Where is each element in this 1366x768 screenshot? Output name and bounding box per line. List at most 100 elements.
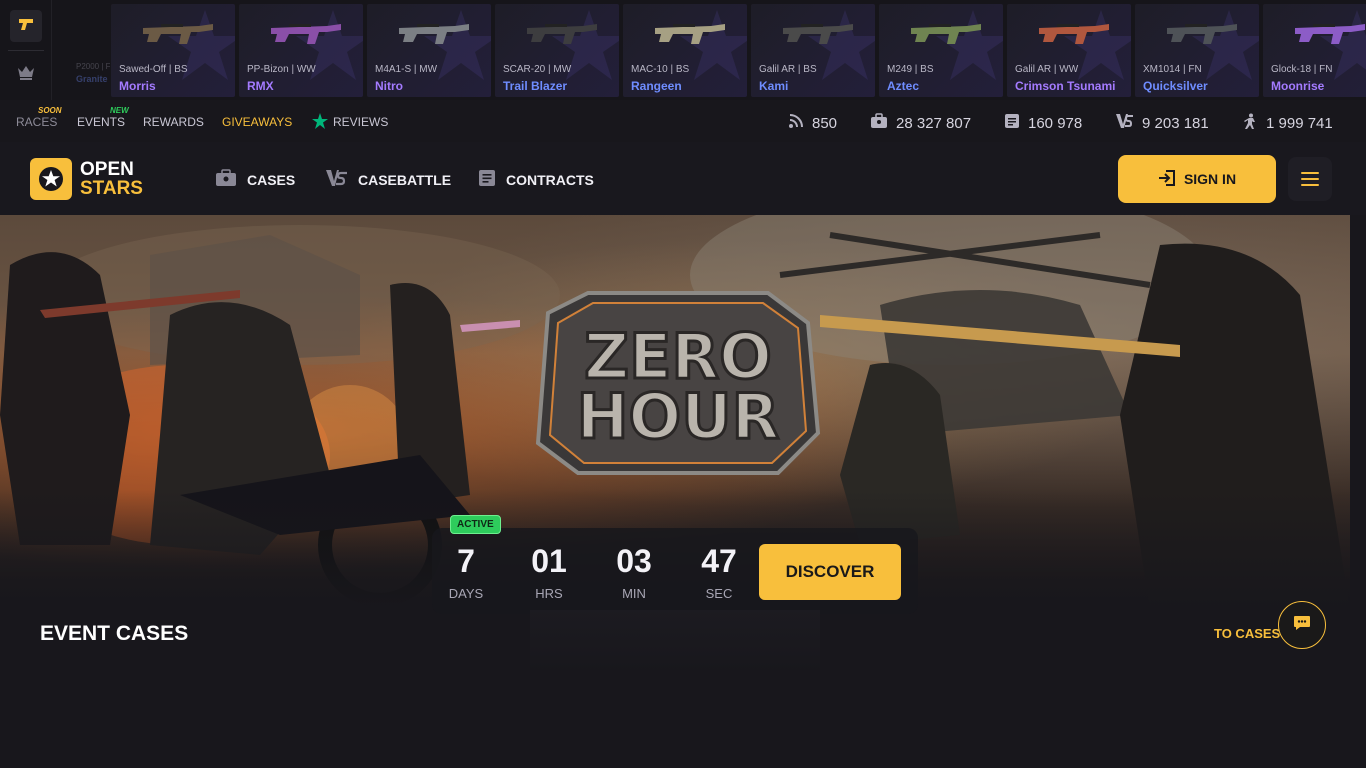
drop-condition: Sawed-Off | BS: [119, 64, 188, 75]
drop-skin-name: Morris: [119, 79, 156, 93]
drop-skin-name: Trail Blazer: [503, 79, 568, 93]
online-count: 850: [812, 114, 838, 132]
weapon-skin-icon: [911, 24, 981, 44]
weapon-skin-icon: [399, 24, 469, 44]
drop-card[interactable]: PP-Bizon | WW RMX: [239, 4, 363, 97]
event-cases-heading: EVENT CASES: [40, 622, 189, 645]
weapon-skin-icon: [783, 24, 853, 44]
contracts-count: 160 978: [1028, 114, 1083, 132]
drop-condition: XM1014 | FN: [1143, 64, 1202, 75]
rewards-link[interactable]: REWARDS: [143, 115, 204, 129]
event-banner[interactable]: ZERO HOUR: [0, 215, 1350, 610]
users-stat: 1 999 741: [1242, 113, 1333, 133]
users-count: 1 999 741: [1266, 114, 1333, 132]
top-drops-toggle[interactable]: [10, 58, 42, 90]
case-icon: [215, 169, 237, 190]
star-logo-icon: [30, 158, 72, 200]
discover-button[interactable]: DISCOVER: [759, 544, 901, 600]
logo-line-stars: STARS: [80, 178, 143, 199]
drop-condition: MAC-10 | BS: [631, 64, 690, 75]
all-drops-toggle[interactable]: [10, 10, 42, 42]
online-stat: 850: [788, 113, 837, 133]
weapon-skin-icon: [1167, 24, 1237, 44]
case-card-placeholder: [530, 610, 820, 674]
sub-navigation: SOON RACES NEW EVENTS REWARDS GIVEAWAYS …: [0, 100, 1366, 142]
events-link[interactable]: EVENTS: [77, 115, 125, 129]
races-link[interactable]: RACES: [16, 115, 57, 129]
trustpilot-star-icon: [312, 113, 328, 132]
battles-stat: 9 203 181: [1116, 113, 1209, 133]
support-chat-button[interactable]: [1278, 601, 1326, 649]
drop-condition: P2000 | F: [76, 62, 110, 71]
weapon-skin-icon: [655, 24, 725, 44]
to-cases-link[interactable]: TO CASES: [1214, 626, 1280, 641]
weapon-skin-icon: [1295, 24, 1365, 44]
drop-skin-name: Rangeen: [631, 79, 682, 93]
versus-icon: [326, 169, 348, 190]
menu-icon: [1301, 172, 1319, 174]
new-badge: NEW: [110, 106, 129, 115]
drop-card-partial[interactable]: P2000 | F Granite: [72, 4, 110, 96]
versus-icon: [1116, 113, 1134, 133]
menu-button[interactable]: [1288, 157, 1332, 201]
drop-skin-name: RMX: [247, 79, 274, 93]
battles-count: 9 203 181: [1142, 114, 1209, 132]
nav-casebattle-label: CASEBATTLE: [358, 171, 452, 188]
drop-condition: Galil AR | BS: [759, 64, 817, 75]
drop-skin-name: Kami: [759, 79, 789, 93]
cases-opened-count: 28 327 807: [896, 114, 972, 132]
nav-contracts-label: CONTRACTS: [506, 171, 594, 188]
weapon-skin-icon: [143, 24, 213, 44]
logo-text: OPEN STARS: [80, 160, 143, 198]
drop-card[interactable]: SCAR-20 | MW Trail Blazer: [495, 4, 619, 97]
drop-condition: SCAR-20 | MW: [503, 64, 572, 75]
pistol-icon: [17, 15, 35, 38]
zero-hour-logo: ZERO HOUR: [535, 291, 821, 475]
drop-condition: M4A1-S | MW: [375, 64, 438, 75]
drop-skin-name: Crimson Tsunami: [1015, 79, 1116, 93]
drop-card[interactable]: Glock-18 | FN Moonrise: [1263, 4, 1366, 97]
drop-card[interactable]: Galil AR | BS Kami: [751, 4, 875, 97]
giveaways-link[interactable]: GIVEAWAYS: [222, 115, 292, 129]
drop-skin-name: Quicksilver: [1143, 79, 1208, 93]
reviews-link[interactable]: REVIEWS: [333, 115, 388, 129]
live-drops-filter: [0, 0, 52, 100]
contract-icon: [478, 169, 496, 190]
drop-skin-name: Granite: [76, 74, 108, 84]
divider: [8, 50, 44, 51]
drop-condition: Glock-18 | FN: [1271, 64, 1333, 75]
drop-card[interactable]: M4A1-S | MW Nitro: [367, 4, 491, 97]
nav-cases-label: CASES: [247, 171, 296, 188]
crown-icon: [17, 64, 35, 85]
contract-icon: [1004, 113, 1020, 133]
drop-card[interactable]: XM1014 | FN Quicksilver: [1135, 4, 1259, 97]
login-icon: [1158, 169, 1176, 190]
drop-card[interactable]: Galil AR | WW Crimson Tsunami: [1007, 4, 1131, 97]
drop-card[interactable]: MAC-10 | BS Rangeen: [623, 4, 747, 97]
drop-condition: Galil AR | WW: [1015, 64, 1079, 75]
soon-badge: SOON: [38, 106, 62, 115]
weapon-skin-icon: [271, 24, 341, 44]
scrollbar-track[interactable]: [1350, 215, 1366, 768]
weapon-skin-icon: [527, 24, 597, 44]
live-drops-strip: P2000 | F Granite Sawed-Off | BS Morris PP…: [0, 0, 1366, 100]
nav-casebattle[interactable]: CASEBATTLE: [326, 169, 451, 190]
signal-icon: [788, 113, 804, 133]
sign-in-button[interactable]: SIGN IN: [1118, 155, 1276, 203]
sign-in-label: SIGN IN: [1183, 171, 1237, 187]
cases-opened-stat: 28 327 807: [870, 113, 971, 133]
drop-card[interactable]: Sawed-Off | BS Morris: [111, 4, 235, 97]
nav-contracts[interactable]: CONTRACTS: [478, 169, 594, 190]
logo-line-open: OPEN: [80, 159, 134, 180]
drop-condition: PP-Bizon | WW: [247, 64, 316, 75]
event-title-hour: HOUR: [577, 380, 780, 453]
drop-skin-name: Moonrise: [1271, 79, 1325, 93]
chat-icon: [1293, 615, 1311, 636]
drop-skin-name: Nitro: [375, 79, 403, 93]
drop-card[interactable]: M249 | BS Aztec: [879, 4, 1003, 97]
nav-cases[interactable]: CASES: [215, 169, 295, 190]
drop-condition: M249 | BS: [887, 64, 934, 75]
case-icon: [870, 113, 888, 133]
drop-skin-name: Aztec: [887, 79, 920, 93]
site-logo[interactable]: OPEN STARS: [30, 158, 143, 200]
